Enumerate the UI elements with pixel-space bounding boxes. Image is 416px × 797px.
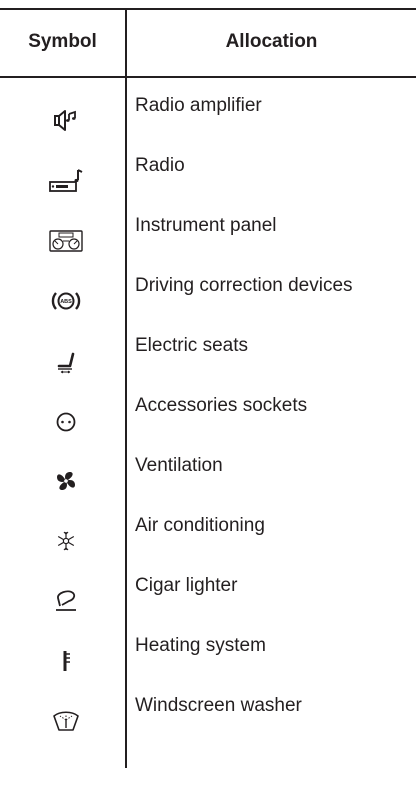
row-label: Electric seats bbox=[135, 335, 248, 356]
row-label: Ventilation bbox=[135, 455, 223, 476]
row-label: Air conditioning bbox=[135, 515, 265, 536]
table-row: Electric seats bbox=[0, 328, 416, 388]
electric-seat-icon bbox=[44, 344, 88, 378]
table-row: Radio amplifier bbox=[0, 88, 416, 148]
table-row: Instrument panel bbox=[0, 208, 416, 268]
cigar-lighter-icon bbox=[44, 584, 88, 618]
table-top-border bbox=[0, 8, 416, 10]
fan-icon bbox=[44, 464, 88, 498]
row-label: Accessories sockets bbox=[135, 395, 308, 416]
radio-icon bbox=[44, 164, 88, 198]
row-label: Windscreen washer bbox=[135, 695, 302, 716]
svg-text:ABS: ABS bbox=[60, 299, 72, 305]
table-row: ABS Driving correction devices bbox=[0, 268, 416, 328]
radio-amplifier-icon bbox=[44, 104, 88, 138]
table-row: Cigar lighter bbox=[0, 568, 416, 628]
windscreen-washer-icon bbox=[44, 704, 88, 738]
row-label: Driving correction devices bbox=[135, 275, 353, 296]
thermometer-icon bbox=[44, 644, 88, 678]
instrument-panel-icon bbox=[44, 224, 88, 258]
row-label: Cigar lighter bbox=[135, 575, 238, 596]
table-row: Air conditioning bbox=[0, 508, 416, 568]
row-label: Heating system bbox=[135, 635, 266, 656]
symbol-column-header: Symbol bbox=[28, 31, 97, 52]
table-row: Ventilation bbox=[0, 448, 416, 508]
accessory-socket-icon bbox=[44, 404, 88, 438]
table-row: Radio bbox=[0, 148, 416, 208]
header-rule bbox=[0, 76, 416, 78]
snowflake-icon bbox=[44, 524, 88, 558]
row-label: Radio amplifier bbox=[135, 95, 262, 116]
abs-icon: ABS bbox=[44, 284, 88, 318]
allocation-column-header: Allocation bbox=[225, 31, 318, 52]
table-row: Windscreen washer bbox=[0, 688, 416, 748]
table-row: Accessories sockets bbox=[0, 388, 416, 448]
row-label: Instrument panel bbox=[135, 215, 277, 236]
row-label: Radio bbox=[135, 155, 185, 176]
table-row: Heating system bbox=[0, 628, 416, 688]
